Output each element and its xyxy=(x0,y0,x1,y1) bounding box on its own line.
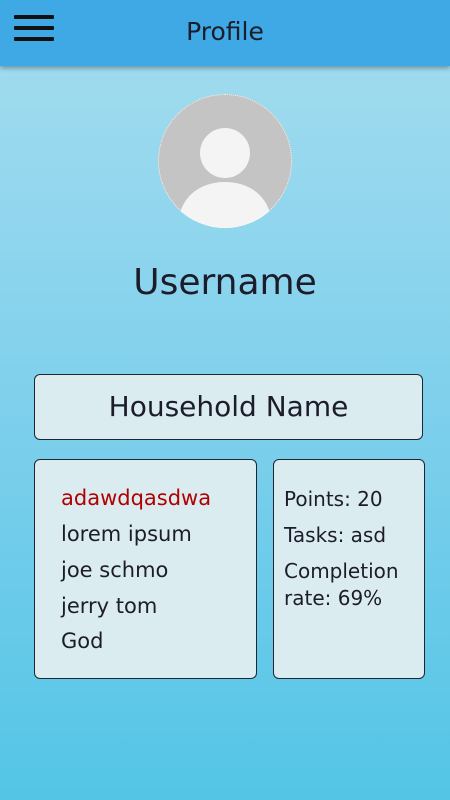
points-stat: Points: 20 xyxy=(284,487,383,511)
avatar[interactable] xyxy=(158,94,292,228)
completion-rate-stat: Completion rate: 69% xyxy=(284,559,399,610)
member-item[interactable]: adawdqasdwa xyxy=(61,486,211,510)
household-members-card: adawdqasdwa lorem ipsum joe schmo jerry … xyxy=(34,459,257,679)
member-item[interactable]: joe schmo xyxy=(61,558,168,582)
user-silhouette-icon xyxy=(178,128,272,228)
household-name-button[interactable]: Household Name xyxy=(34,374,423,440)
page-title: Profile xyxy=(186,17,264,46)
app-bar: Profile xyxy=(0,0,450,66)
member-item[interactable]: lorem ipsum xyxy=(61,522,192,546)
tasks-stat: Tasks: asd xyxy=(284,523,387,547)
user-stats-card: Points: 20 Tasks: asd Completion rate: 6… xyxy=(273,459,425,679)
username: Username xyxy=(133,262,317,303)
member-item[interactable]: jerry tom xyxy=(61,594,157,618)
member-item[interactable]: God xyxy=(61,629,103,653)
